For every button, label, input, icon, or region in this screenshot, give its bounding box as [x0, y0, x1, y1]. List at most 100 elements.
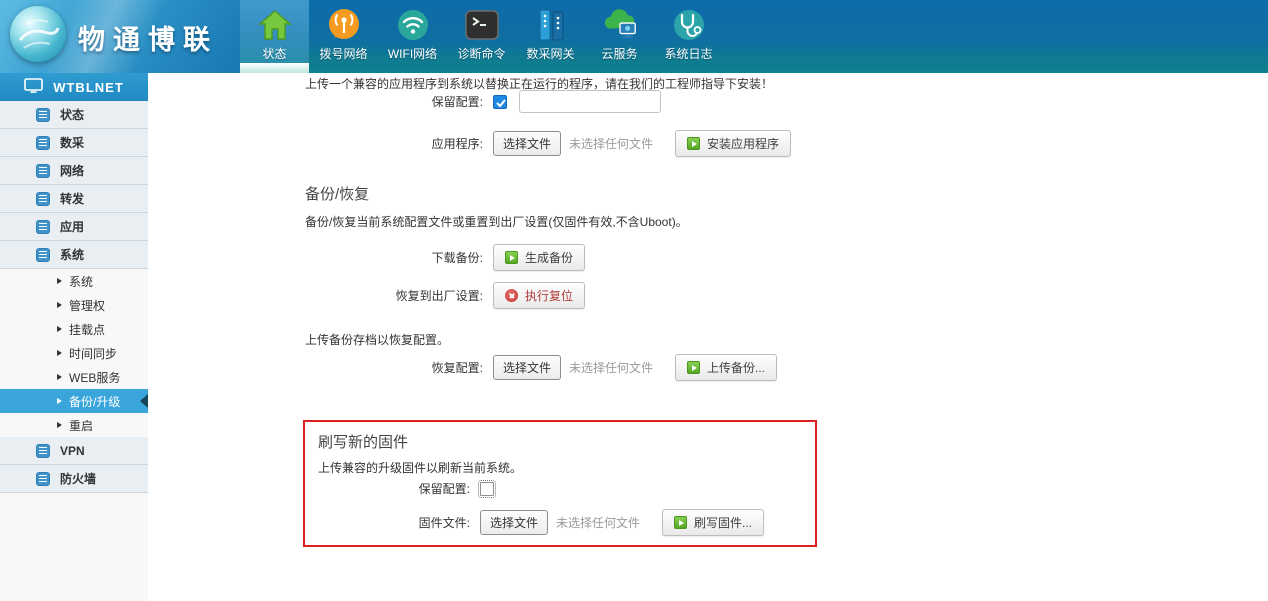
keep-config-row: 保留配置: [305, 90, 661, 113]
sidebar-item-system[interactable]: 系统 [0, 241, 148, 269]
keep-config-checkbox[interactable] [493, 95, 507, 109]
caret-right-icon [57, 422, 62, 428]
play-icon [674, 516, 687, 529]
sidebar-subitem-reboot[interactable]: 重启 [0, 413, 148, 437]
dial-network-icon [325, 6, 363, 44]
sidebar-item-label: 应用 [60, 218, 84, 235]
sidebar-subitem-system[interactable]: 系统 [0, 269, 148, 293]
nav-item-status[interactable]: 状态 [240, 0, 309, 73]
sidebar-subitem-mount-point[interactable]: 挂载点 [0, 317, 148, 341]
wifi-icon [394, 6, 432, 44]
reset-x-icon [505, 289, 518, 302]
nav-label: 状态 [240, 45, 309, 62]
monitor-icon [24, 78, 43, 97]
firmware-file-label: 固件文件: [307, 514, 470, 531]
sidebar-subitem-web-service[interactable]: WEB服务 [0, 365, 148, 389]
sidebar-device-header: WTBLNET [0, 73, 148, 101]
caret-right-icon [57, 278, 62, 284]
no-file-text: 未选择任何文件 [569, 359, 653, 376]
factory-reset-row: 恢复到出厂设置: 执行复位 [305, 282, 585, 309]
play-icon [687, 137, 700, 150]
sidebar-item-vpn[interactable]: VPN [0, 437, 148, 465]
home-icon [256, 6, 294, 44]
download-backup-row: 下载备份: 生成备份 [305, 244, 585, 271]
sidebar-subitem-label: 挂载点 [69, 321, 105, 338]
upload-backup-hint: 上传备份存档以恢复配置。 [305, 331, 449, 348]
firmware-keep-config-label: 保留配置: [307, 480, 470, 497]
nav-label: 拨号网络 [309, 45, 378, 62]
list-icon [36, 444, 50, 458]
sidebar-item-forward[interactable]: 转发 [0, 185, 148, 213]
sidebar-item-apps[interactable]: 应用 [0, 213, 148, 241]
sidebar-item-label: VPN [60, 444, 85, 458]
choose-file-button[interactable]: 选择文件 [493, 131, 561, 156]
keep-config-input[interactable] [519, 90, 661, 113]
sidebar-item-label: 防火墙 [60, 470, 96, 487]
nav-item-data-gateway[interactable]: 数采网关 [516, 0, 585, 73]
wtblnet-admin-page: 物通博联 状态 [0, 0, 1268, 601]
no-file-text: 未选择任何文件 [569, 135, 653, 152]
sidebar-item-data-collect[interactable]: 数采 [0, 129, 148, 157]
nav-item-dial-network[interactable]: 拨号网络 [309, 0, 378, 73]
firmware-section-highlight-box: 刷写新的固件 上传兼容的升级固件以刷新当前系统。 保留配置: 固件文件: 选择文… [303, 420, 817, 547]
nav-item-wifi-network[interactable]: WIFI网络 [378, 0, 447, 73]
sidebar-subitem-label: 管理权 [69, 297, 105, 314]
restore-file-input: 选择文件 未选择任何文件 [493, 355, 675, 380]
choose-file-button[interactable]: 选择文件 [493, 355, 561, 380]
sidebar-subitem-time-sync[interactable]: 时间同步 [0, 341, 148, 365]
sidebar-item-label: 转发 [60, 190, 84, 207]
sidebar-subitem-label: 系统 [69, 273, 93, 290]
caret-right-icon [57, 374, 62, 380]
caret-right-icon [57, 350, 62, 356]
sidebar-item-status[interactable]: 状态 [0, 101, 148, 129]
device-name: WTBLNET [53, 80, 124, 95]
brand-name: 物通博联 [78, 18, 218, 57]
backup-section-title: 备份/恢复 [305, 183, 369, 204]
nav-label: 数采网关 [516, 45, 585, 62]
nav-item-diagnostics[interactable]: 诊断命令 [447, 0, 516, 73]
flash-firmware-button[interactable]: 刷写固件... [662, 509, 764, 536]
sidebar-subitem-label: WEB服务 [69, 369, 120, 386]
perform-reset-button[interactable]: 执行复位 [493, 282, 585, 309]
factory-reset-label: 恢复到出厂设置: [305, 287, 483, 304]
play-icon [687, 361, 700, 374]
sidebar-item-network[interactable]: 网络 [0, 157, 148, 185]
play-icon [505, 251, 518, 264]
sidebar-subitem-backup-upgrade[interactable]: 备份/升级 [0, 389, 148, 413]
terminal-icon [463, 6, 501, 44]
app-header: 物通博联 状态 [0, 0, 1268, 73]
generate-backup-button[interactable]: 生成备份 [493, 244, 585, 271]
sidebar-item-label: 状态 [60, 106, 84, 123]
brand-globe-icon [10, 6, 66, 62]
sidebar: WTBLNET 状态 数采 网络 转发 应用 系统 系统 [0, 73, 148, 601]
list-icon [36, 220, 50, 234]
sidebar-item-label: 数采 [60, 134, 84, 151]
install-app-button[interactable]: 安装应用程序 [675, 130, 791, 157]
sidebar-item-label: 系统 [60, 246, 84, 263]
upload-backup-button[interactable]: 上传备份... [675, 354, 777, 381]
app-file-row: 应用程序: 选择文件 未选择任何文件 安装应用程序 [305, 130, 791, 157]
choose-file-button[interactable]: 选择文件 [480, 510, 548, 535]
keep-config-label: 保留配置: [305, 93, 483, 110]
sidebar-item-firewall[interactable]: 防火墙 [0, 465, 148, 493]
top-nav: 状态 拨号网络 [240, 0, 723, 73]
list-icon [36, 136, 50, 150]
nav-label: 系统日志 [654, 45, 723, 62]
nav-label: WIFI网络 [378, 45, 447, 62]
list-icon [36, 248, 50, 262]
sidebar-subitem-label: 重启 [69, 417, 93, 434]
main-content: 上传一个兼容的应用程序到系统以替换正在运行的程序，请在我们的工程师指导下安装！ … [148, 73, 1268, 601]
nav-item-cloud-service[interactable]: 云服务 [585, 0, 654, 73]
firmware-keep-config-checkbox[interactable] [480, 482, 494, 496]
sidebar-subitem-admin[interactable]: 管理权 [0, 293, 148, 317]
list-icon [36, 472, 50, 486]
firmware-file-row: 固件文件: 选择文件 未选择任何文件 刷写固件... [307, 509, 764, 536]
firmware-section-title: 刷写新的固件 [318, 431, 408, 452]
no-file-text: 未选择任何文件 [556, 514, 640, 531]
nav-item-system-log[interactable]: 系统日志 [654, 0, 723, 73]
sidebar-subitem-label: 时间同步 [69, 345, 117, 362]
cloud-icon [601, 6, 639, 44]
caret-right-icon [57, 398, 62, 404]
brand-logo: 物通博联 [0, 0, 240, 73]
gateway-icon [532, 6, 570, 44]
